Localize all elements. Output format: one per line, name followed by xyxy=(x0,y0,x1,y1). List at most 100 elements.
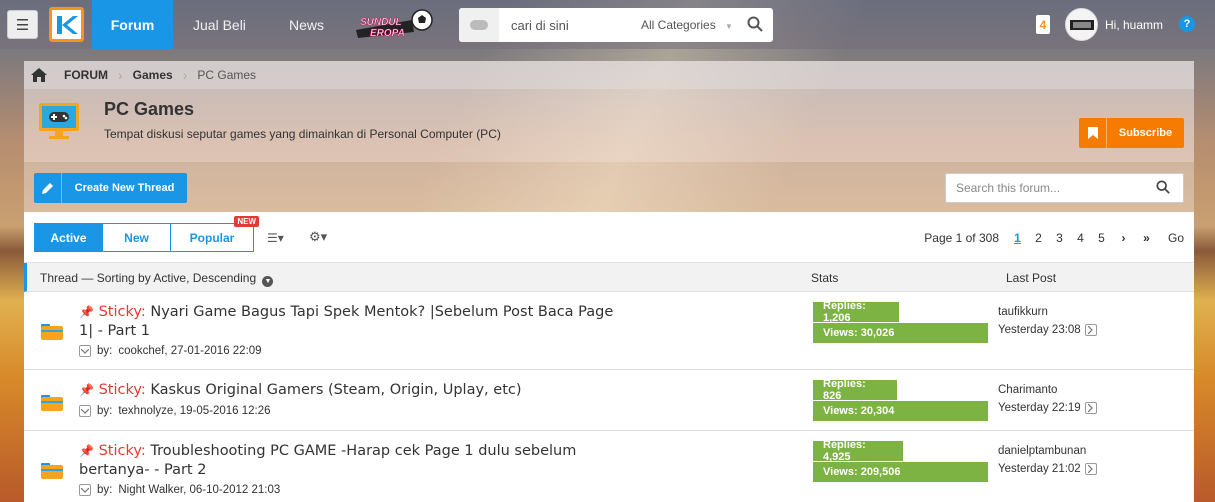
forum-header: PC Games Tempat diskusi seputar games ya… xyxy=(24,89,1194,162)
breadcrumb-games[interactable]: Games xyxy=(123,68,183,82)
gear-icon[interactable]: ⚙▾ xyxy=(309,229,327,245)
thread-list-container: Active New Popular NEW ☰▾ ⚙▾ Page 1 of 3… xyxy=(24,212,1194,502)
folder-icon xyxy=(41,393,63,414)
nav-jual-beli[interactable]: Jual Beli xyxy=(193,0,246,49)
forum-description: Tempat diskusi seputar games yang dimain… xyxy=(104,127,501,141)
nav-news[interactable]: News xyxy=(289,0,324,49)
stats-column-header: Stats xyxy=(811,271,839,285)
page-link-2[interactable]: 2 xyxy=(1028,231,1049,245)
page-link-4[interactable]: 4 xyxy=(1070,231,1091,245)
last-post-time: Yesterday 22:19 xyxy=(998,402,1081,414)
author-date[interactable]: texhnolyze, 19-05-2016 12:26 xyxy=(118,405,270,417)
thread-row[interactable]: 📌 Sticky: Kaskus Original Gamers (Steam,… xyxy=(24,370,1194,431)
last-page-icon[interactable]: » xyxy=(1135,231,1158,245)
subscribe-label: Subscribe xyxy=(1118,127,1173,139)
thread-title[interactable]: 📌 Sticky: Kaskus Original Gamers (Steam,… xyxy=(79,381,619,400)
by-label: by: xyxy=(97,405,113,417)
thread-column-header[interactable]: Thread — Sorting by Active, Descending ▼ xyxy=(40,271,274,287)
home-icon[interactable] xyxy=(24,68,54,82)
views-count: Views: 30,026 xyxy=(813,323,988,343)
sticky-label: Sticky: xyxy=(98,443,146,459)
forum-title: PC Games xyxy=(104,99,195,119)
filter-sliders-icon[interactable]: ☰▾ xyxy=(267,231,284,245)
chevron-down-icon[interactable] xyxy=(79,405,91,417)
replies-count: Replies: 826 xyxy=(813,378,897,402)
last-post: Charimanto Yesterday 22:19 xyxy=(998,384,1097,414)
page-info: Page 1 of 308 xyxy=(924,230,999,245)
thread-stats: Replies: 826 Views: 20,304 xyxy=(813,378,988,422)
page-link-5[interactable]: 5 xyxy=(1091,231,1112,245)
last-post-user[interactable]: danielptambunan xyxy=(998,445,1097,457)
last-post-user[interactable]: Charimanto xyxy=(998,384,1097,396)
kaskus-logo[interactable] xyxy=(49,7,84,42)
thread-meta: by: cookchef, 27-01-2016 22:09 xyxy=(79,345,262,357)
category-select[interactable]: All Categories ▼ xyxy=(641,18,741,32)
chevron-down-icon[interactable] xyxy=(79,484,91,496)
last-post: danielptambunan Yesterday 21:02 xyxy=(998,445,1097,475)
hamburger-menu-icon[interactable]: ☰ xyxy=(7,10,38,39)
replies-count: Replies: 4,925 xyxy=(813,439,903,463)
go-to-last-post-icon[interactable] xyxy=(1084,324,1097,336)
search-toggle[interactable] xyxy=(459,8,499,42)
breadcrumb-forum[interactable]: FORUM xyxy=(54,68,118,82)
create-new-thread-button[interactable]: Create New Thread xyxy=(34,173,187,203)
svg-text:SUNDUL: SUNDUL xyxy=(360,17,402,28)
thread-row[interactable]: 📌 Sticky: Nyari Game Bagus Tapi Spek Men… xyxy=(24,292,1194,370)
tab-popular[interactable]: Popular NEW xyxy=(170,216,259,252)
bookmark-icon xyxy=(1079,118,1107,148)
tab-new[interactable]: New xyxy=(102,223,171,252)
author-date[interactable]: cookchef, 27-01-2016 22:09 xyxy=(118,345,261,357)
by-label: by: xyxy=(97,345,113,357)
go-button[interactable]: Go xyxy=(1158,231,1194,245)
page-link-3[interactable]: 3 xyxy=(1049,231,1070,245)
forum-search-box xyxy=(945,173,1184,203)
sticky-label: Sticky: xyxy=(98,304,146,320)
svg-text:EROPA: EROPA xyxy=(370,28,405,39)
user-avatar[interactable] xyxy=(1065,8,1098,41)
folder-icon xyxy=(41,461,63,482)
thread-tabs-bar: Active New Popular NEW ☰▾ ⚙▾ Page 1 of 3… xyxy=(24,212,1194,263)
go-to-last-post-icon[interactable] xyxy=(1084,463,1097,475)
pencil-icon xyxy=(34,173,62,203)
global-search-box: All Categories ▼ xyxy=(459,8,773,42)
last-post-column-header: Last Post xyxy=(1006,271,1057,285)
thread-title[interactable]: 📌 Sticky: Troubleshooting PC GAME -Harap… xyxy=(79,442,619,480)
search-icon[interactable] xyxy=(747,16,763,35)
thread-table-header: Thread — Sorting by Active, Descending ▼… xyxy=(24,263,1194,292)
page-link-1[interactable]: 1 xyxy=(1007,231,1028,245)
author-date[interactable]: Night Walker, 06-10-2012 21:03 xyxy=(118,484,280,496)
next-page-icon[interactable]: › xyxy=(1112,231,1135,245)
chevron-down-icon[interactable] xyxy=(79,345,91,357)
sort-tabs: Active New Popular NEW xyxy=(34,216,259,252)
replies-count: Replies: 1,206 xyxy=(813,300,899,324)
views-count: Views: 209,506 xyxy=(813,462,988,482)
chevron-down-icon: ▼ xyxy=(262,276,274,287)
help-icon[interactable]: ? xyxy=(1179,16,1195,32)
thread-title-text: Troubleshooting PC GAME -Harap cek Page … xyxy=(79,443,577,478)
forum-panel: FORUM › Games › PC Games PC Games Tempat… xyxy=(24,61,1194,502)
category-select-label: All Categories xyxy=(641,18,716,32)
last-post: taufikkurn Yesterday 23:08 xyxy=(998,306,1097,336)
by-label: by: xyxy=(97,484,113,496)
pin-icon: 📌 xyxy=(79,305,94,319)
last-post-time-row: Yesterday 22:19 xyxy=(998,402,1097,414)
go-to-last-post-icon[interactable] xyxy=(1084,402,1097,414)
user-greeting[interactable]: Hi, huamm xyxy=(1105,0,1163,49)
search-icon[interactable] xyxy=(1156,179,1170,197)
thread-title[interactable]: 📌 Sticky: Nyari Game Bagus Tapi Spek Men… xyxy=(79,303,619,341)
forum-action-bar: Create New Thread xyxy=(24,162,1194,212)
tab-active[interactable]: Active xyxy=(34,223,103,252)
sundul-eropa-promo-logo[interactable]: SUNDUL EROPA xyxy=(354,8,434,40)
forum-search-input[interactable] xyxy=(956,181,1156,195)
notification-count-badge[interactable]: 4 xyxy=(1036,15,1050,34)
top-navigation-bar: ☰ Forum Jual Beli News SUNDUL EROPA All … xyxy=(0,0,1215,49)
global-search-input[interactable] xyxy=(511,17,641,33)
thread-row[interactable]: 📌 Sticky: Troubleshooting PC GAME -Harap… xyxy=(24,431,1194,502)
nav-forum[interactable]: Forum xyxy=(92,0,173,49)
last-post-user[interactable]: taufikkurn xyxy=(998,306,1097,318)
breadcrumb-pc-games: PC Games xyxy=(197,68,257,82)
folder-icon xyxy=(41,322,63,343)
thread-title-text: Nyari Game Bagus Tapi Spek Mentok? |Sebe… xyxy=(79,304,614,339)
subscribe-button[interactable]: Subscribe xyxy=(1079,118,1184,148)
caret-down-icon: ▼ xyxy=(725,22,733,31)
